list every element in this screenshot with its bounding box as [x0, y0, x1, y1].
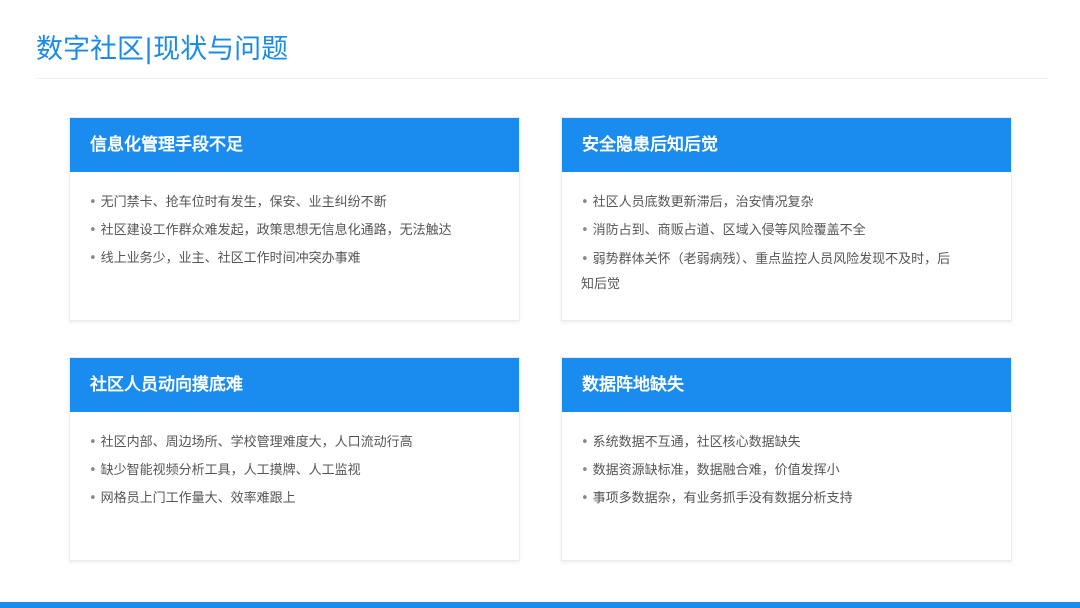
list-item-text: 数据资源缺标准，数据融合难，价值发挥小: [592, 463, 840, 478]
list-item-text: 无门禁卡、抢车位时有发生，保安、业主纠纷不断: [100, 195, 387, 210]
card-data-deficit: 数据阵地缺失 • 系统数据不互通，社区核心数据缺失 • 数据资源缺标准，数据融合难，…: [561, 357, 1012, 561]
list-item-text: 线上业务少，业主、社区工作时间冲突办事难: [100, 251, 361, 266]
bullet-icon: •: [581, 463, 589, 478]
bottom-accent-bar: [0, 602, 1080, 608]
bullet-icon: •: [89, 435, 97, 450]
list-item-text: 系统数据不互通，社区核心数据缺失: [592, 435, 801, 450]
list-item-text: 社区建设工作群众难发起，政策思想无信息化通路，无法触达: [100, 223, 452, 238]
card-body: • 无门禁卡、抢车位时有发生，保安、业主纠纷不断 • 社区建设工作群众难发起，政策思…: [70, 172, 519, 273]
card-title: 数据阵地缺失: [562, 358, 1011, 412]
card-title: 信息化管理手段不足: [70, 118, 519, 172]
list-item: • 数据资源缺标准，数据融合难，价值发挥小: [581, 457, 993, 485]
list-item: • 社区人员底数更新滞后，治安情况复杂: [581, 189, 993, 217]
list-item: • 缺少智能视频分析工具，人工摸牌、人工监视: [89, 457, 501, 485]
bullet-icon: •: [89, 223, 97, 238]
bullet-icon: •: [89, 251, 97, 266]
title-divider: [36, 78, 1048, 79]
list-item: • 社区建设工作群众难发起，政策思想无信息化通路，无法触达: [89, 217, 501, 245]
bullet-icon: •: [581, 435, 589, 450]
list-item: • 消防占到、商贩占道、区域入侵等风险覆盖不全: [581, 217, 993, 245]
bullet-icon: •: [89, 491, 97, 506]
bullet-icon: •: [89, 463, 97, 478]
card-body: • 社区人员底数更新滞后，治安情况复杂 • 消防占到、商贩占道、区域入侵等风险覆盖不…: [562, 172, 1011, 297]
list-item-text: 弱势群体关怀（老弱病残）、重点监控人员风险发现不及时，后知后觉: [581, 252, 951, 292]
card-security-risks: 安全隐患后知后觉 • 社区人员底数更新滞后，治安情况复杂 • 消防占到、商贩占道、区…: [561, 117, 1012, 321]
list-item-text: 社区内部、周边场所、学校管理难度大，人口流动行高: [100, 435, 413, 450]
list-item-text: 事项多数据杂，有业务抓手没有数据分析支持: [592, 491, 853, 506]
card-title: 社区人员动向摸底难: [70, 358, 519, 412]
card-population-tracking: 社区人员动向摸底难 • 社区内部、周边场所、学校管理难度大，人口流动行高 • 缺少智…: [69, 357, 520, 561]
list-item-text: 缺少智能视频分析工具，人工摸牌、人工监视: [100, 463, 361, 478]
card-body: • 系统数据不互通，社区核心数据缺失 • 数据资源缺标准，数据融合难，价值发挥小 •…: [562, 412, 1011, 513]
list-item: • 事项多数据杂，有业务抓手没有数据分析支持: [581, 485, 993, 513]
list-item: • 网格员上门工作量大、效率难跟上: [89, 485, 501, 513]
list-item-text: 网格员上门工作量大、效率难跟上: [100, 491, 296, 506]
list-item: • 弱势群体关怀（老弱病残）、重点监控人员风险发现不及时，后知后觉: [581, 247, 951, 297]
card-title: 安全隐患后知后觉: [562, 118, 1011, 172]
list-item: • 无门禁卡、抢车位时有发生，保安、业主纠纷不断: [89, 189, 501, 217]
bullet-icon: •: [581, 195, 589, 210]
card-info-management: 信息化管理手段不足 • 无门禁卡、抢车位时有发生，保安、业主纠纷不断 • 社区建设工…: [69, 117, 520, 321]
bullet-icon: •: [581, 491, 589, 506]
bullet-icon: •: [89, 195, 97, 210]
bullet-icon: •: [581, 252, 589, 267]
card-body: • 社区内部、周边场所、学校管理难度大，人口流动行高 • 缺少智能视频分析工具，人工…: [70, 412, 519, 513]
list-item: • 社区内部、周边场所、学校管理难度大，人口流动行高: [89, 429, 501, 457]
list-item-text: 社区人员底数更新滞后，治安情况复杂: [592, 195, 814, 210]
list-item-text: 消防占到、商贩占道、区域入侵等风险覆盖不全: [592, 223, 866, 238]
page-title: 数字社区|现状与问题: [36, 34, 289, 65]
bullet-icon: •: [581, 223, 589, 238]
list-item: • 线上业务少，业主、社区工作时间冲突办事难: [89, 245, 501, 273]
list-item: • 系统数据不互通，社区核心数据缺失: [581, 429, 993, 457]
